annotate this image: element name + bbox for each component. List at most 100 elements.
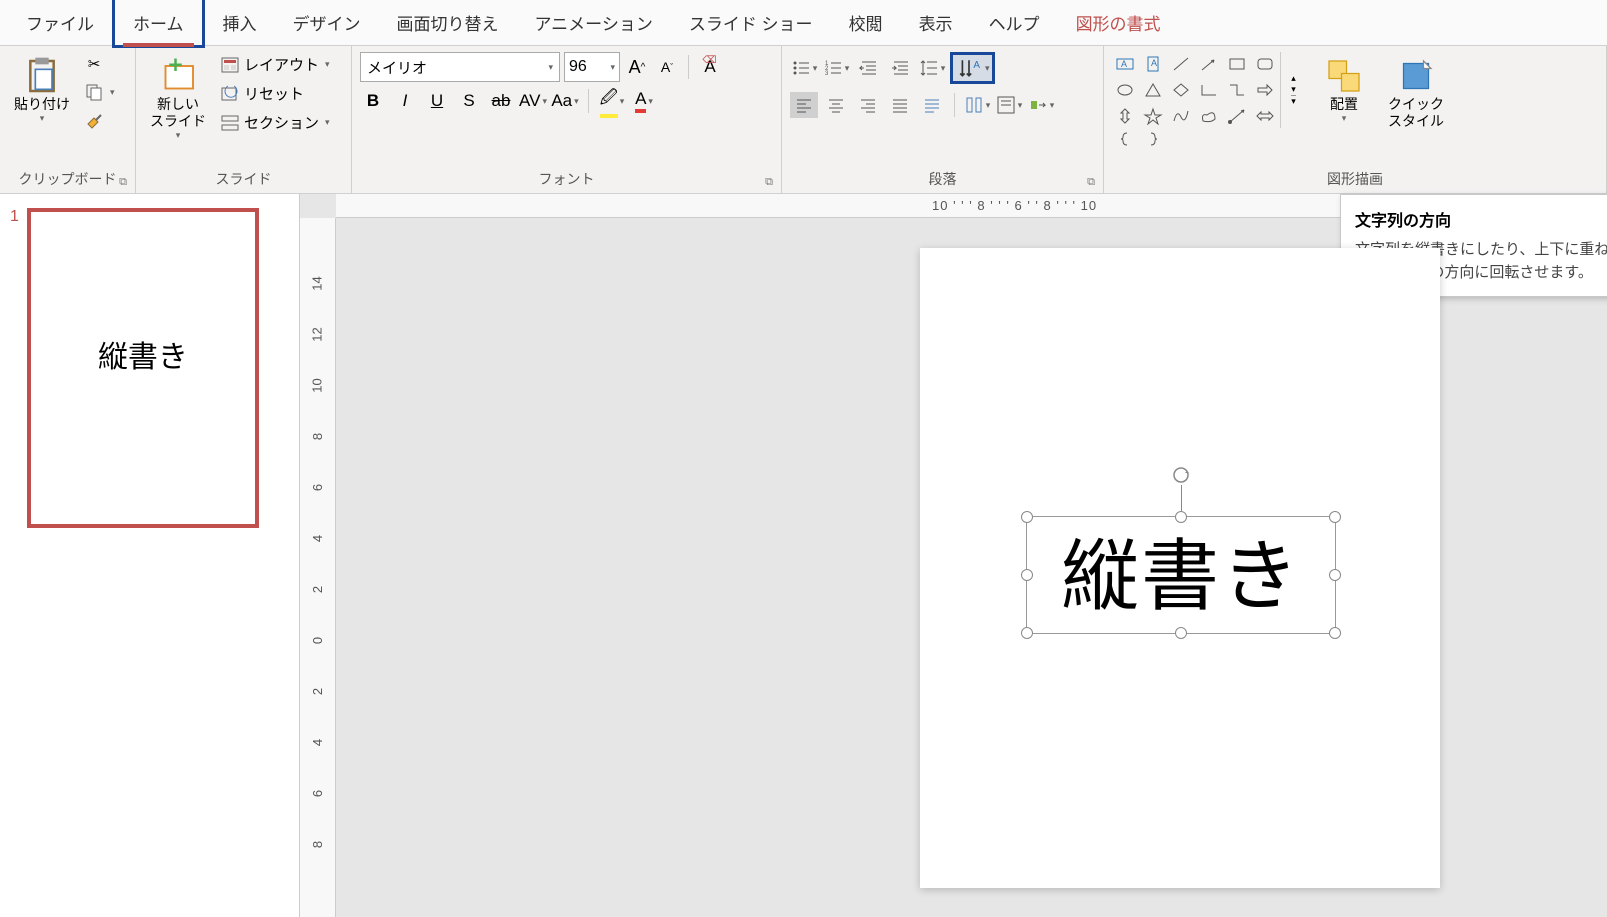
strikethrough-button[interactable]: ab xyxy=(488,88,514,114)
resize-handle-br[interactable] xyxy=(1329,627,1341,639)
shape-connector-arrow-icon[interactable] xyxy=(1224,104,1250,128)
shapes-more-icon[interactable]: ▴▾▾ xyxy=(1280,52,1306,128)
highlight-color-button[interactable]: 🖉▾ xyxy=(599,88,625,114)
reset-button[interactable]: リセット xyxy=(216,81,334,106)
resize-handle-bl[interactable] xyxy=(1021,627,1033,639)
resize-handle-ml[interactable] xyxy=(1021,569,1033,581)
increase-indent-button[interactable] xyxy=(886,55,914,81)
clear-formatting-button[interactable]: A⌫ xyxy=(697,54,723,80)
section-button[interactable]: セクション▾ xyxy=(216,110,334,135)
increase-font-button[interactable]: A^ xyxy=(624,54,650,80)
shape-textbox-h-icon[interactable]: A xyxy=(1112,52,1138,76)
decrease-font-button[interactable]: Aˇ xyxy=(654,54,680,80)
tab-review[interactable]: 校閲 xyxy=(831,0,901,45)
resize-handle-tr[interactable] xyxy=(1329,511,1341,523)
font-size-select[interactable]: 96▾ xyxy=(564,52,620,82)
underline-button[interactable]: U xyxy=(424,88,450,114)
dialog-launcher-icon[interactable]: ⧉ xyxy=(765,176,773,189)
paste-button[interactable]: 貼り付け ▾ xyxy=(8,52,76,128)
slide-canvas[interactable]: 縦書き xyxy=(920,248,1440,888)
font-color-button[interactable]: A▾ xyxy=(631,88,657,114)
shape-zconnector-icon[interactable] xyxy=(1224,78,1250,102)
format-painter-button[interactable] xyxy=(80,108,119,132)
resize-handle-tm[interactable] xyxy=(1175,511,1187,523)
shape-arrow-right-icon[interactable] xyxy=(1252,78,1278,102)
resize-handle-bm[interactable] xyxy=(1175,627,1187,639)
rotate-handle[interactable] xyxy=(1171,465,1191,485)
tab-insert[interactable]: 挿入 xyxy=(205,0,275,45)
tab-help[interactable]: ヘルプ xyxy=(971,0,1058,45)
copy-button[interactable]: ▾ xyxy=(80,80,119,104)
tab-transitions[interactable]: 画面切り替え xyxy=(379,0,517,45)
tab-shape-format[interactable]: 図形の書式 xyxy=(1058,0,1179,45)
char-spacing-button[interactable]: AV▾ xyxy=(520,88,546,114)
ruler-mark: 0 xyxy=(310,637,325,644)
columns-button[interactable]: ▾ xyxy=(963,92,991,118)
bold-button[interactable]: B xyxy=(360,88,386,114)
shapes-gallery[interactable]: A A ▴▾▾ xyxy=(1112,52,1306,148)
smartart-button[interactable]: ▾ xyxy=(1027,92,1055,118)
chevron-down-icon: ▾ xyxy=(325,59,330,70)
tab-file[interactable]: ファイル xyxy=(8,0,112,45)
selected-textbox[interactable]: 縦書き xyxy=(1026,516,1336,634)
align-text-button[interactable]: ▾ xyxy=(995,92,1023,118)
align-left-button[interactable] xyxy=(790,92,818,118)
shape-arrow-updown-icon[interactable] xyxy=(1112,104,1138,128)
shape-star-icon[interactable] xyxy=(1140,104,1166,128)
shape-freeform-icon[interactable] xyxy=(1196,104,1222,128)
bullets-button[interactable]: ▾ xyxy=(790,55,818,81)
group-label-drawing: 図形描画 xyxy=(1112,169,1598,191)
arrange-button[interactable]: 配置 ▾ xyxy=(1318,52,1370,128)
slide-editor[interactable]: 10 ' ' ' 8 ' ' ' 6 ' ' 8 xyxy=(300,194,1607,917)
tab-design[interactable]: デザイン xyxy=(275,0,379,45)
dialog-launcher-icon[interactable]: ⧉ xyxy=(119,176,127,189)
tab-slideshow[interactable]: スライド ショー xyxy=(671,0,831,45)
slide-panel[interactable]: 1 縦書き xyxy=(0,194,300,917)
align-right-button[interactable] xyxy=(854,92,882,118)
font-size-value: 96 xyxy=(569,58,587,76)
cut-button[interactable]: ✂ xyxy=(80,52,119,76)
shape-lconnector-icon[interactable] xyxy=(1196,78,1222,102)
new-slide-icon xyxy=(158,56,198,96)
shape-brace-right-icon[interactable] xyxy=(1140,130,1166,148)
group-font: メイリオ▾ 96▾ A^ Aˇ A⌫ B I U S ab AV▾ Aa▾ 🖉▾… xyxy=(352,46,782,193)
text-direction-button[interactable]: A ▾ xyxy=(950,52,995,84)
shape-curve-icon[interactable] xyxy=(1168,104,1194,128)
shape-roundrect-icon[interactable] xyxy=(1252,52,1278,76)
shape-triangle-icon[interactable] xyxy=(1140,78,1166,102)
group-drawing: A A ▴▾▾ xyxy=(1104,46,1607,193)
shape-arrowline-icon[interactable] xyxy=(1196,52,1222,76)
reset-label: リセット xyxy=(244,83,304,104)
shape-textbox-v-icon[interactable]: A xyxy=(1140,52,1166,76)
slide-thumbnail[interactable]: 縦書き xyxy=(27,208,259,528)
italic-button[interactable]: I xyxy=(392,88,418,114)
chevron-down-icon: ▾ xyxy=(941,63,946,74)
font-name-select[interactable]: メイリオ▾ xyxy=(360,52,560,82)
tab-view[interactable]: 表示 xyxy=(901,0,971,45)
resize-handle-tl[interactable] xyxy=(1021,511,1033,523)
shape-line-icon[interactable] xyxy=(1168,52,1194,76)
quick-styles-button[interactable]: クイック スタイル xyxy=(1382,52,1450,134)
tab-animations[interactable]: アニメーション xyxy=(517,0,671,45)
change-case-button[interactable]: Aa▾ xyxy=(552,88,578,114)
decrease-indent-button[interactable] xyxy=(854,55,882,81)
slide-thumbnail-row[interactable]: 1 縦書き xyxy=(10,208,289,528)
numbering-button[interactable]: 123▾ xyxy=(822,55,850,81)
justify-button[interactable] xyxy=(886,92,914,118)
shadow-button[interactable]: S xyxy=(456,88,482,114)
shape-oval-icon[interactable] xyxy=(1112,78,1138,102)
shape-brace-left-icon[interactable] xyxy=(1112,130,1138,148)
tab-home[interactable]: ホーム xyxy=(112,0,205,48)
layout-button[interactable]: レイアウト▾ xyxy=(216,52,334,77)
shape-doublearrow-icon[interactable] xyxy=(1252,104,1278,128)
shape-rect-icon[interactable] xyxy=(1224,52,1250,76)
new-slide-button[interactable]: 新しい スライド ▾ xyxy=(144,52,212,145)
textbox-content[interactable]: 縦書き xyxy=(1027,517,1335,635)
dialog-launcher-icon[interactable]: ⧉ xyxy=(1087,176,1095,189)
line-spacing-button[interactable]: ▾ xyxy=(918,55,946,81)
align-center-button[interactable] xyxy=(822,92,850,118)
distribute-button[interactable] xyxy=(918,92,946,118)
resize-handle-mr[interactable] xyxy=(1329,569,1341,581)
chevron-down-icon: ▾ xyxy=(648,96,653,107)
shape-diamond-icon[interactable] xyxy=(1168,78,1194,102)
